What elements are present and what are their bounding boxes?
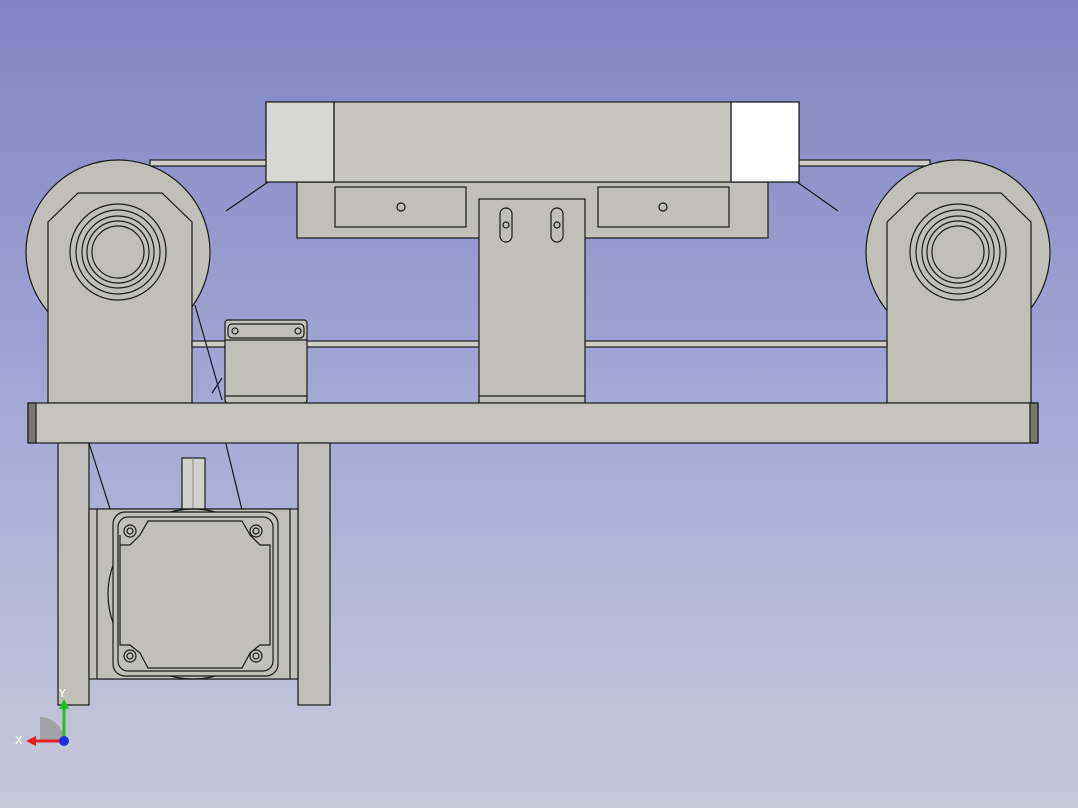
axis-y-label: Y	[58, 687, 66, 700]
base-plate	[27, 402, 1039, 444]
3d-viewport[interactable]: Y X	[0, 0, 1078, 808]
axis-x-label: X	[15, 734, 23, 747]
vertical-bracket	[478, 198, 586, 404]
left-pulley	[25, 159, 211, 404]
motor	[88, 457, 299, 680]
cad-model-view[interactable]	[0, 0, 1078, 808]
sensor-box	[211, 319, 308, 404]
right-pulley	[865, 159, 1051, 404]
axis-triad: Y X	[15, 687, 69, 747]
